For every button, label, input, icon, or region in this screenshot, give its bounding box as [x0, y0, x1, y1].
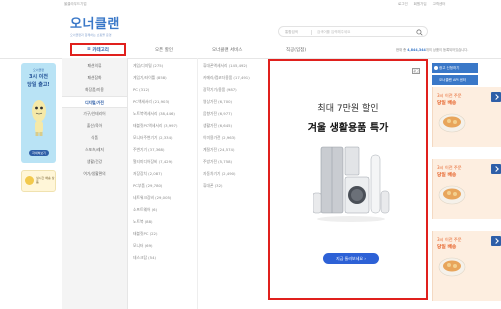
ad-cta-button[interactable]: 지금 둘러보세요 ›: [323, 253, 379, 264]
subcategory-item[interactable]: PC액세서리 (21,903): [128, 96, 197, 108]
category-item[interactable]: 스포츠/레저: [62, 144, 127, 156]
category-item[interactable]: 생활/건강: [62, 156, 127, 168]
search-input[interactable]: 검색어를 입력해주세요: [317, 30, 350, 35]
signup-link[interactable]: 회원가입: [414, 2, 427, 7]
subcategory-item[interactable]: 이미용가전 (2,963): [198, 132, 267, 144]
banner-brand: 오너클랜: [32, 68, 45, 72]
chevron-right-icon[interactable]: [491, 236, 501, 246]
subcategory-item[interactable]: 노트북 (88): [128, 216, 197, 228]
banner-headline-1: 3시 이전: [28, 74, 49, 80]
category-item[interactable]: 여가/생활편의: [62, 168, 127, 180]
help-center-link[interactable]: 고객센터: [433, 2, 446, 7]
subcategory-item[interactable]: 휴대폰 (32): [198, 180, 267, 192]
banner-more-button[interactable]: 자세히보기: [29, 150, 49, 156]
subcategory-item[interactable]: 영상가전 (6,700): [198, 96, 267, 108]
category-item[interactable]: 디지털/가전: [62, 96, 127, 108]
subcategory-item[interactable]: 네트워크장비 (29,005): [128, 192, 197, 204]
left-promo-banner[interactable]: 오너클랜 3시 이전 당일 출고! 자세히보기: [21, 63, 56, 163]
ad-apply-button[interactable]: 광고 신청하기: [432, 63, 478, 73]
main-nav: ≡ 카테고리 오픈 할인 오너클랜 서비스 직공(입점) 현재 총 4,844,…: [62, 43, 501, 57]
nav-item-open-sale[interactable]: 오픈 할인: [155, 47, 173, 53]
subcategory-item[interactable]: 음향가전 (6,977): [198, 108, 267, 120]
subcategory-item[interactable]: 계절가전 (24,574): [198, 144, 267, 156]
api-center-button[interactable]: 오너클랜 API 센터: [432, 75, 478, 85]
subcategory-item[interactable]: 데스크탑 (54): [128, 252, 197, 264]
subcategory-item[interactable]: 게임기/타이틀 (858): [128, 72, 197, 84]
banner-headline-2: 당일 출고!: [27, 82, 50, 88]
site-logo[interactable]: 오너클랜 오너클랜과 함께하는 쇼핑몰 운영: [70, 13, 132, 37]
category-item[interactable]: 패션의류: [62, 60, 127, 72]
category-level1: 패션의류 패션잡화 화장품/미용 디지털/가전 가구/인테리어 출산/육아 식품 스포츠/레저…: [62, 58, 128, 309]
subcategory-item[interactable]: 모니터 (69): [128, 240, 197, 252]
subcategory-item[interactable]: 자동차기기 (2,490): [198, 168, 267, 180]
subcategory-item[interactable]: PC (312): [128, 84, 197, 96]
subcategory-item[interactable]: 저장장치 (2,087): [128, 168, 197, 180]
same-day-promo-2[interactable]: 3시 이전 주문 당일 배송: [432, 159, 501, 219]
chevron-right-icon: ›: [364, 256, 366, 261]
search-category[interactable]: 통합검색: [285, 30, 298, 35]
food-bowl-icon: [438, 113, 466, 133]
subcategory-item[interactable]: 주방가전 (5,758): [198, 156, 267, 168]
chevron-right-icon[interactable]: [491, 92, 501, 102]
subcategory-item[interactable]: 카메라/캠코더용품 (17,491): [198, 72, 267, 84]
category-level2-col1: 게임/디지털 (275) 게임기/타이틀 (858) PC (312) PC액세서리 …: [128, 58, 198, 309]
chevron-right-icon[interactable]: [491, 164, 501, 174]
food-bowl-icon: [438, 185, 466, 205]
mascot-character-icon: [32, 100, 46, 136]
subcategory-item[interactable]: 광학기기/용품 (987): [198, 84, 267, 96]
bookmark-link[interactable]: 올클라우드기업: [64, 2, 87, 7]
category-item[interactable]: 화장품/미용: [62, 84, 127, 96]
subcategory-item[interactable]: 휴대폰액세서리 (145,492): [198, 60, 267, 72]
badge-icon: [25, 176, 34, 185]
ad-headline-1: 최대 7만원 할인: [317, 104, 379, 114]
subcategory-item[interactable]: PC부품 (29,780): [128, 180, 197, 192]
subcategory-item[interactable]: 멀티미디어장비 (7,429): [128, 156, 197, 168]
subcategory-item[interactable]: 주변기기 (37,368): [128, 144, 197, 156]
subcategory-item[interactable]: 소프트웨어 (6): [128, 204, 197, 216]
search-divider: [311, 30, 312, 35]
product-count: 4,844,344: [407, 48, 426, 52]
left-small-banner[interactable]: 실시간 배송 상품: [21, 170, 56, 192]
search-icon[interactable]: [416, 28, 423, 36]
nav-item-services[interactable]: 오너클랜 서비스: [212, 47, 242, 53]
subcategory-item[interactable]: 노트북액세서리 (38,446): [128, 108, 197, 120]
subcategory-item[interactable]: 게임/디지털 (275): [128, 60, 197, 72]
category-button[interactable]: ≡ 카테고리: [70, 43, 126, 56]
subcategory-item[interactable]: 모니터주변기기 (2,334): [128, 132, 197, 144]
nav-item-direct[interactable]: 직공(입점): [286, 47, 306, 53]
ad-icon: [434, 66, 438, 70]
subcategory-item[interactable]: 생활가전 (6,645): [198, 120, 267, 132]
category-item[interactable]: 식품: [62, 132, 127, 144]
small-banner-text: 실시간 배송 상품: [36, 176, 55, 184]
logo-name: 오너클랜: [70, 17, 120, 32]
appliances-image: [313, 146, 390, 222]
ad-banner[interactable]: 광고 최대 7만원 할인 겨울 생활용품 특가 지금 둘러보세요 ›: [268, 59, 428, 300]
subcategory-item[interactable]: 태블릿PC (22): [128, 228, 197, 240]
food-bowl-icon: [438, 257, 466, 277]
login-link[interactable]: 로그인: [398, 2, 408, 7]
top-links: 로그인 회원가입 고객센터: [398, 2, 445, 7]
category-label: 카테고리: [92, 47, 109, 53]
subcategory-item[interactable]: 태블릿PC액세서리 (3,997): [128, 120, 197, 132]
top-bar: 올클라우드기업 로그인 회원가입 고객센터: [0, 0, 501, 8]
logo-slogan: 오너클랜과 함께하는 쇼핑몰 운영: [70, 33, 112, 37]
same-day-promo-1[interactable]: 3시 이전 주문 당일 배송: [432, 87, 501, 147]
ad-badge: 광고: [412, 68, 420, 74]
category-item[interactable]: 패션잡화: [62, 72, 127, 84]
right-sidebar: 광고 신청하기 오너클랜 API 센터 3시 이전 주문 당일 배송 3시 이전…: [432, 59, 501, 309]
category-item[interactable]: 가구/인테리어: [62, 108, 127, 120]
product-count-info: 현재 총 4,844,344개의 상품이 등록되어있습니다.: [396, 48, 469, 52]
same-day-promo-3[interactable]: 3시 이전 주문 당일 배송: [432, 231, 501, 301]
category-menu: 패션의류 패션잡화 화장품/미용 디지털/가전 가구/인테리어 출산/육아 식품 스포츠/레저…: [62, 58, 267, 309]
search-box[interactable]: 통합검색 검색어를 입력해주세요: [278, 26, 428, 37]
category-level2-col2: 휴대폰액세서리 (145,492) 카메라/캠코더용품 (17,491) 광학기기/…: [198, 58, 267, 309]
category-item[interactable]: 출산/육아: [62, 120, 127, 132]
ad-headline-2: 겨울 생활용품 특가: [307, 123, 389, 134]
